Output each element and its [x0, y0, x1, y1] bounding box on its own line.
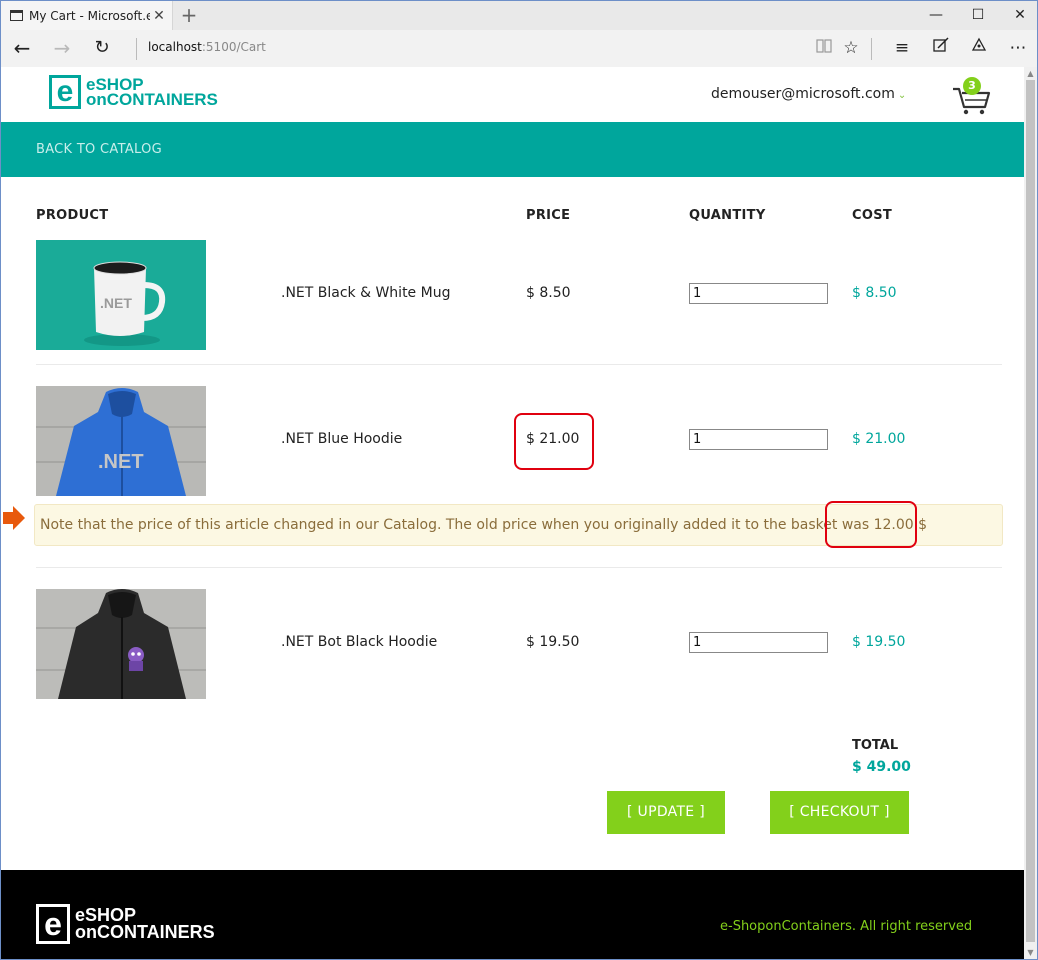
product-image-blue-hoodie: .NET — [36, 386, 206, 496]
scroll-down-icon[interactable]: ▼ — [1024, 946, 1037, 959]
page-tab-icon — [10, 10, 23, 21]
column-header-cost: COST — [852, 208, 893, 223]
refresh-icon[interactable]: ↻ — [86, 33, 118, 63]
footer-logo-text: eSHOP onCONTAINERS — [75, 906, 215, 942]
old-price-highlight-box — [825, 501, 917, 548]
web-note-icon[interactable] — [926, 33, 956, 63]
svg-text:.NET: .NET — [100, 295, 132, 311]
total-value: $ 49.00 — [852, 759, 911, 775]
url-separator — [136, 38, 137, 60]
chevron-down-icon: ⌄ — [897, 90, 907, 101]
minimize-button[interactable]: — — [913, 1, 959, 30]
page-scrollbar[interactable]: ▲ ▼ — [1024, 67, 1037, 959]
quantity-input[interactable] — [689, 283, 828, 304]
product-name: .NET Black & White Mug — [281, 285, 451, 301]
logo-text: eSHOP onCONTAINERS — [86, 76, 218, 109]
tab-title: My Cart - Microsoft.eSh — [29, 8, 150, 23]
logo-line-2: onCONTAINERS — [86, 90, 218, 109]
product-name: .NET Blue Hoodie — [281, 431, 403, 447]
annotation-arrow-icon — [3, 506, 25, 530]
more-icon[interactable]: ⋯ — [1003, 33, 1033, 63]
back-to-catalog-link[interactable]: BACK TO CATALOG — [36, 142, 162, 157]
url-field[interactable]: localhost:5100/Cart — [148, 40, 266, 54]
new-tab-button[interactable]: + — [179, 4, 199, 26]
tab-bar: My Cart - Microsoft.eSh ✕ + — ☐ ✕ — [1, 1, 1037, 30]
row-divider — [36, 567, 1002, 568]
url-host: localhost — [148, 40, 202, 54]
product-name: .NET Bot Black Hoodie — [281, 634, 438, 650]
site-logo[interactable]: e eSHOP onCONTAINERS — [49, 75, 218, 109]
update-button[interactable]: [ UPDATE ] — [607, 791, 725, 834]
catalog-nav-bar: BACK TO CATALOG — [1, 122, 1024, 177]
product-cost: $ 19.50 — [852, 634, 906, 650]
product-image-mug: .NET — [36, 240, 206, 350]
product-cost: $ 21.00 — [852, 431, 906, 447]
page-content: e eSHOP onCONTAINERS demouser@microsoft.… — [1, 67, 1024, 959]
hub-icon[interactable]: ≡ — [887, 33, 917, 63]
quantity-input[interactable] — [689, 632, 828, 653]
browser-tab[interactable]: My Cart - Microsoft.eSh ✕ — [1, 1, 173, 30]
price-highlight-box — [514, 413, 594, 470]
total-label: TOTAL — [852, 738, 899, 753]
footer-logo[interactable]: e eSHOP onCONTAINERS — [36, 904, 215, 944]
user-menu[interactable]: demouser@microsoft.com ⌄ — [711, 86, 906, 102]
site-footer: e eSHOP onCONTAINERS e-ShoponContainers.… — [1, 870, 1024, 959]
product-cost: $ 8.50 — [852, 285, 897, 301]
row-divider — [36, 364, 1002, 365]
forward-arrow-icon[interactable]: → — [46, 33, 78, 63]
scroll-thumb[interactable] — [1026, 80, 1035, 942]
column-header-quantity: QUANTITY — [689, 208, 766, 223]
window-close-button[interactable]: ✕ — [997, 1, 1038, 30]
maximize-button[interactable]: ☐ — [955, 1, 1001, 30]
tab-close-icon[interactable]: ✕ — [150, 8, 168, 24]
column-header-product: PRODUCT — [36, 208, 109, 223]
favorite-star-icon[interactable]: ☆ — [836, 33, 866, 63]
footer-copyright: e-ShoponContainers. All right reserved — [720, 919, 973, 934]
scroll-up-icon[interactable]: ▲ — [1024, 67, 1037, 80]
cart-count-badge: 3 — [963, 77, 981, 95]
user-email: demouser@microsoft.com — [711, 86, 895, 102]
logo-e-mark: e — [49, 75, 81, 109]
cart-button[interactable]: 3 — [951, 77, 991, 117]
back-arrow-icon[interactable]: ← — [6, 33, 38, 63]
toolbar-separator — [871, 38, 872, 60]
column-header-price: PRICE — [526, 208, 571, 223]
product-image-black-hoodie — [36, 589, 206, 699]
site-header: e eSHOP onCONTAINERS demouser@microsoft.… — [1, 67, 1024, 122]
address-bar: ← → ↻ localhost:5100/Cart ☆ ≡ ⋯ — [1, 30, 1037, 67]
svg-text:.NET: .NET — [98, 451, 144, 473]
reading-view-icon[interactable] — [809, 33, 839, 63]
product-price: $ 19.50 — [526, 634, 580, 650]
footer-logo-e-mark: e — [36, 904, 70, 944]
product-price: $ 8.50 — [526, 285, 571, 301]
url-path: :5100/Cart — [201, 40, 266, 54]
quantity-input[interactable] — [689, 429, 828, 450]
footer-logo-line-2: onCONTAINERS — [75, 922, 215, 942]
share-icon[interactable] — [964, 33, 994, 63]
checkout-button[interactable]: [ CHECKOUT ] — [770, 791, 909, 834]
